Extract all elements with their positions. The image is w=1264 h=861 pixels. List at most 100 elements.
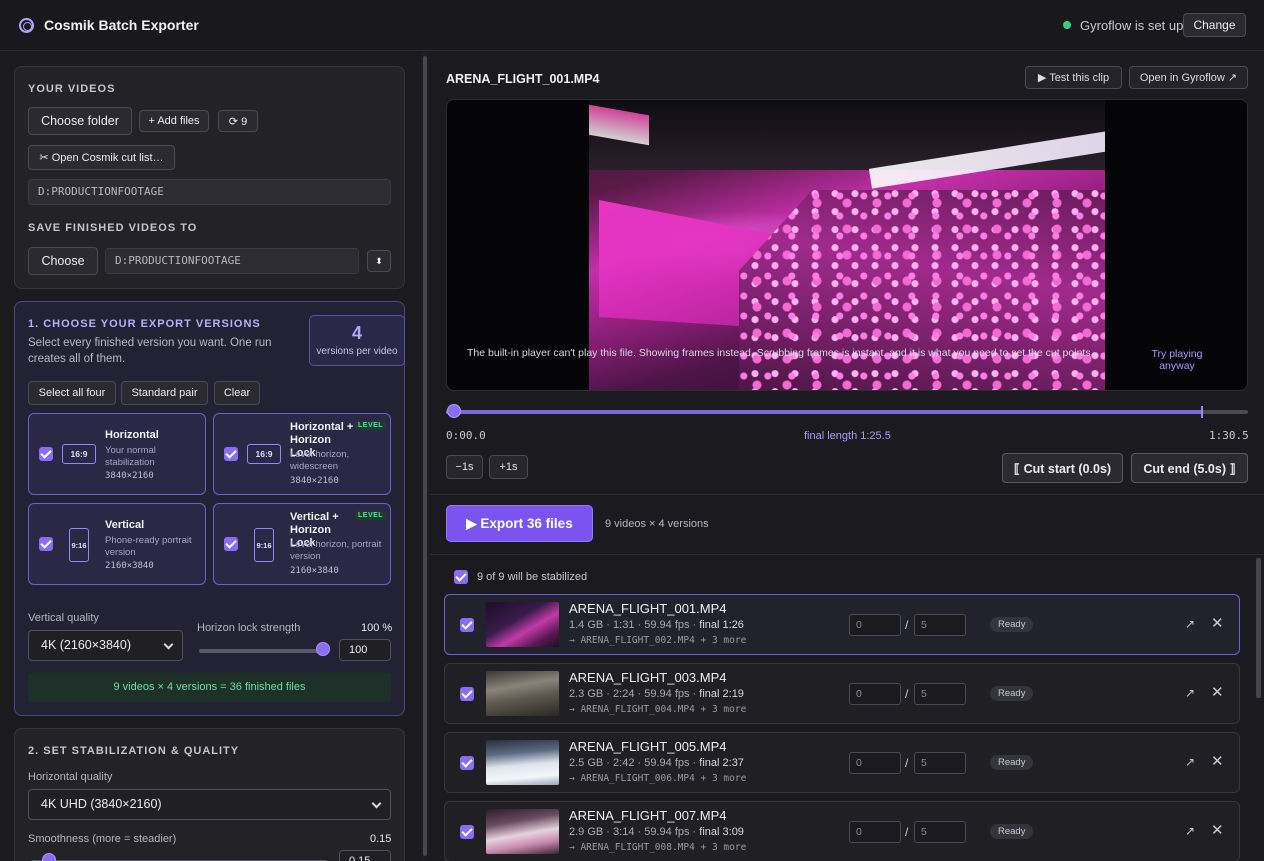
version-option-vertical[interactable]: 9:16 Vertical Phone-ready portrait versi…: [28, 503, 206, 585]
select-all-button[interactable]: Select all four: [28, 381, 116, 405]
row-cut-start-input[interactable]: 0: [849, 614, 901, 636]
test-clip-button[interactable]: ▶ Test this clip: [1025, 66, 1122, 89]
playhead-handle[interactable]: [447, 404, 461, 418]
gyroflow-status: Gyroflow is set up: [1080, 18, 1184, 33]
file-outputs: → ARENA_FLIGHT_008.MP4 + 3 more: [569, 842, 747, 853]
step-back-button[interactable]: −1s: [446, 455, 483, 479]
file-meta: 1.4 GB · 1:31 · 59.94 fps · final 1:26: [569, 619, 744, 631]
open-in-gyroflow-button[interactable]: Open in Gyroflow ↗: [1129, 66, 1248, 89]
row-cut-end-input[interactable]: 5: [914, 683, 966, 705]
version-option-subtitle: Level horizon, widescreen: [290, 449, 350, 472]
open-external-icon[interactable]: ↗: [1185, 755, 1195, 769]
cut-separator: /: [905, 687, 909, 701]
cut-start-button[interactable]: ⟦ Cut start (0.0s): [1002, 453, 1123, 483]
row-cut-start-input[interactable]: 0: [849, 683, 901, 705]
row-cut-start-input[interactable]: 0: [849, 821, 901, 843]
version-option-resolution: 2160×3840: [105, 561, 154, 571]
step-forward-button[interactable]: +1s: [489, 455, 528, 479]
timeline-selected-range: [446, 410, 1203, 414]
version-option-title: Horizontal: [105, 429, 159, 441]
file-row[interactable]: ARENA_FLIGHT_001.MP4 1.4 GB · 1:31 · 59.…: [444, 594, 1240, 655]
current-clip-title: ARENA_FLIGHT_001.MP4: [446, 72, 600, 86]
status-badge: Ready: [990, 755, 1034, 770]
file-outputs: → ARENA_FLIGHT_002.MP4 + 3 more: [569, 635, 747, 646]
close-icon[interactable]: ✕: [1211, 614, 1224, 632]
export-subtitle: 9 videos × 4 versions: [605, 518, 709, 530]
player-fallback-message: The built-in player can't play this file…: [467, 347, 1094, 359]
close-icon[interactable]: ✕: [1211, 683, 1224, 701]
open-cut-list-button[interactable]: ✂ Open Cosmik cut list…: [28, 145, 175, 170]
version-option-title: Vertical: [105, 519, 145, 531]
checkbox-checked-icon[interactable]: [39, 447, 53, 461]
swap-folders-button[interactable]: ⬍: [367, 250, 391, 272]
smoothness-value: 0.15: [370, 833, 392, 845]
row-cut-end-input[interactable]: 5: [914, 821, 966, 843]
clear-button[interactable]: Clear: [214, 381, 260, 405]
file-thumbnail: [486, 602, 559, 647]
cut-separator: /: [905, 618, 909, 632]
horizon-lock-slider-handle[interactable]: [316, 642, 330, 656]
open-external-icon[interactable]: ↗: [1185, 617, 1195, 631]
horizontal-quality-select[interactable]: 4K UHD (3840×2160): [28, 789, 391, 820]
add-files-button[interactable]: + Add files: [139, 110, 209, 132]
aspect-ratio-icon: 9:16: [69, 528, 89, 562]
row-checkbox[interactable]: [460, 618, 474, 632]
vertical-quality-select[interactable]: 4K (2160×3840): [28, 630, 183, 661]
open-external-icon[interactable]: ↗: [1185, 686, 1195, 700]
aspect-ratio-icon: 16:9: [62, 444, 96, 464]
file-row[interactable]: ARENA_FLIGHT_003.MP4 2.3 GB · 2:24 · 59.…: [444, 663, 1240, 724]
timeline-scrubber[interactable]: [446, 404, 1248, 418]
video-player[interactable]: The built-in player can't play this file…: [446, 99, 1248, 391]
export-versions-title: 1. CHOOSE YOUR EXPORT VERSIONS: [28, 318, 261, 330]
horizon-lock-input[interactable]: 100: [339, 639, 391, 661]
close-icon[interactable]: ✕: [1211, 821, 1224, 839]
level-badge: LEVEL: [355, 511, 387, 520]
close-icon[interactable]: ✕: [1211, 752, 1224, 770]
choose-folder-button[interactable]: Choose folder: [28, 107, 132, 135]
open-external-icon[interactable]: ↗: [1185, 824, 1195, 838]
smoothness-slider-handle[interactable]: [42, 853, 56, 861]
status-badge: Ready: [990, 617, 1034, 632]
version-option-resolution: 3840×2160: [105, 471, 154, 481]
status-badge: Ready: [990, 824, 1034, 839]
standard-pair-button[interactable]: Standard pair: [121, 381, 208, 405]
version-option-vertical-horizon-lock[interactable]: 9:16 Vertical + Horizon Lock LEVEL Level…: [213, 503, 391, 585]
choose-output-button[interactable]: Choose: [28, 247, 98, 275]
change-gyroflow-button[interactable]: Change: [1183, 13, 1246, 37]
file-name: ARENA_FLIGHT_003.MP4: [569, 670, 727, 685]
cut-end-marker[interactable]: [1201, 406, 1203, 418]
chevron-down-icon: [371, 798, 382, 809]
checkbox-checked-icon[interactable]: [224, 447, 238, 461]
row-checkbox[interactable]: [460, 825, 474, 839]
file-meta: 2.5 GB · 2:42 · 59.94 fps · final 2:37: [569, 757, 744, 769]
vertical-quality-value: 4K (2160×3840): [41, 638, 132, 652]
horizon-lock-percent: 100 %: [361, 622, 393, 634]
row-checkbox[interactable]: [460, 756, 474, 770]
horizon-lock-slider[interactable]: [199, 649, 323, 653]
output-folder-path: D:PRODUCTIONFOOTAGE: [105, 248, 359, 274]
export-button[interactable]: ▶ Export 36 files: [446, 505, 593, 542]
cut-end-button[interactable]: Cut end (5.0s) ⟧: [1131, 453, 1248, 483]
checkbox-checked-icon[interactable]: [39, 537, 53, 551]
main-panel: ARENA_FLIGHT_001.MP4 ▶ Test this clip Op…: [430, 52, 1264, 861]
try-playing-link[interactable]: Try playing anyway: [1137, 348, 1217, 372]
row-cut-start-input[interactable]: 0: [849, 752, 901, 774]
version-option-horizontal[interactable]: 16:9 Horizontal Your normal stabilizatio…: [28, 413, 206, 495]
row-cut-end-input[interactable]: 5: [914, 752, 966, 774]
file-row[interactable]: ARENA_FLIGHT_007.MP4 2.9 GB · 3:14 · 59.…: [444, 801, 1240, 861]
stabilize-all-checkbox[interactable]: [454, 570, 468, 584]
file-list-scrollbar-thumb[interactable]: [1256, 558, 1261, 698]
row-cut-end-input[interactable]: 5: [914, 614, 966, 636]
export-versions-help: Select every finished version you want. …: [28, 337, 272, 365]
sidebar-scrollbar-thumb[interactable]: [423, 56, 427, 856]
horizontal-quality-label: Horizontal quality: [28, 771, 113, 783]
smoothness-input[interactable]: 0.15: [339, 850, 391, 861]
refresh-button[interactable]: ⟳ 9: [218, 110, 258, 132]
file-row[interactable]: ARENA_FLIGHT_005.MP4 2.5 GB · 2:42 · 59.…: [444, 732, 1240, 793]
version-option-horizontal-horizon-lock[interactable]: 16:9 Horizontal + Horizon Lock LEVEL Lev…: [213, 413, 391, 495]
chevron-down-icon: [163, 639, 174, 650]
level-badge: LEVEL: [355, 421, 387, 430]
row-checkbox[interactable]: [460, 687, 474, 701]
versions-count-label: versions per video: [316, 346, 398, 357]
checkbox-checked-icon[interactable]: [224, 537, 238, 551]
